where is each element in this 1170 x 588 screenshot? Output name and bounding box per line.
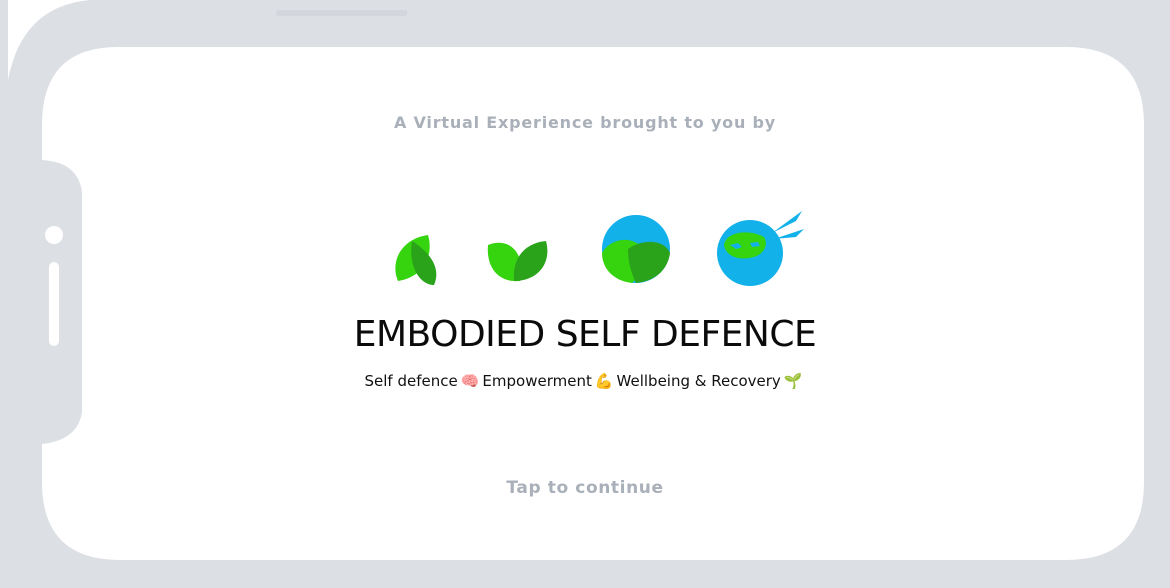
app-title: EMBODIED SELF DEFENCE — [353, 314, 817, 355]
flexed-arm-icon: 💪 — [594, 372, 614, 390]
sprout-icon — [487, 241, 548, 282]
logo-row — [395, 211, 804, 286]
tagline-self-defence: Self defence — [364, 372, 458, 390]
seedling-icon: 🌱 — [783, 372, 803, 390]
eyebrow-text: A Virtual Experience brought to you by — [393, 113, 777, 132]
tagline-empowerment: Empowerment — [482, 372, 592, 390]
brain-icon: 🧠 — [460, 372, 480, 390]
ninja-head-icon — [717, 211, 804, 286]
tagline-wellbeing: Wellbeing & Recovery — [616, 372, 781, 390]
leaf-globe-icon — [602, 215, 670, 283]
leaf-icon — [395, 235, 437, 285]
tagline: Self defence 🧠 Empowerment 💪 Wellbeing & Rec… — [0, 372, 1170, 390]
side-button — [276, 10, 407, 16]
app-stage: A Virtual Experience brought to you by E… — [0, 0, 1170, 588]
tap-to-continue-button[interactable]: Tap to continue — [0, 478, 1170, 498]
